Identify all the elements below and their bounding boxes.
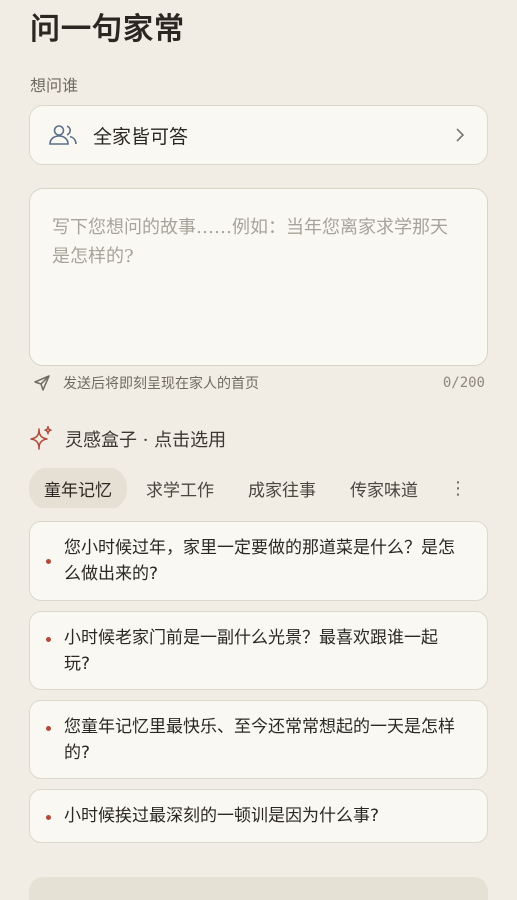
question-card[interactable]: 小时候老家门前是一副什么光景？最喜欢跟谁一起玩?	[29, 611, 488, 690]
char-counter: 0/200	[442, 375, 485, 391]
sparkle-icon	[29, 425, 53, 453]
send-hint-row: 发送后将即刻呈现在家人的首页 0/200	[33, 372, 485, 394]
recipient-section-label: 想问谁	[30, 76, 79, 95]
inspiration-title: 灵感盒子 · 点击选用	[65, 430, 227, 451]
tab-study-work[interactable]: 求学工作	[131, 468, 229, 508]
question-card[interactable]: 您童年记忆里最快乐、至今还常常想起的一天是怎样的?	[29, 700, 488, 779]
question-text: 小时候挨过最深刻的一顿训是因为什么事?	[64, 806, 380, 826]
question-text: 小时候老家门前是一副什么光景？最喜欢跟谁一起玩?	[64, 627, 438, 674]
more-tabs-icon[interactable]: ⋮	[437, 478, 467, 499]
question-card[interactable]: 小时候挨过最深刻的一顿训是因为什么事?	[29, 789, 488, 843]
tab-family-past[interactable]: 成家往事	[233, 468, 331, 508]
bullet-dot-icon	[46, 815, 51, 820]
question-text: 您小时候过年，家里一定要做的那道菜是什么？是怎么做出来的?	[64, 538, 455, 584]
tab-family-flavor[interactable]: 传家味道	[335, 468, 433, 508]
chevron-right-icon	[455, 126, 469, 144]
inspiration-header: 灵感盒子 · 点击选用	[29, 424, 226, 454]
bullet-dot-icon	[46, 726, 51, 731]
bullet-dot-icon	[46, 637, 51, 642]
question-input[interactable]: 写下您想问的故事……例如：当年您离家求学那天是怎样的?	[29, 188, 488, 366]
recipient-selector[interactable]: 全家皆可答	[29, 105, 488, 165]
question-card[interactable]: 您小时候过年，家里一定要做的那道菜是什么？是怎么做出来的?	[29, 521, 488, 601]
inspiration-tabs: 童年记忆 求学工作 成家往事 传家味道 ⋮	[29, 468, 517, 508]
question-input-placeholder: 写下您想问的故事……例如：当年您离家求学那天是怎样的?	[52, 217, 448, 267]
tab-childhood[interactable]: 童年记忆	[29, 468, 127, 508]
question-text: 您童年记忆里最快乐、至今还常常想起的一天是怎样的?	[64, 716, 455, 763]
bullet-dot-icon	[46, 559, 51, 564]
recipient-label: 全家皆可答	[93, 125, 189, 148]
page-title: 问一句家常	[30, 12, 185, 47]
send-hint-text: 发送后将即刻呈现在家人的首页	[63, 376, 259, 392]
bottom-action-bar[interactable]	[29, 877, 488, 900]
people-icon	[48, 123, 78, 147]
send-icon	[33, 374, 51, 392]
